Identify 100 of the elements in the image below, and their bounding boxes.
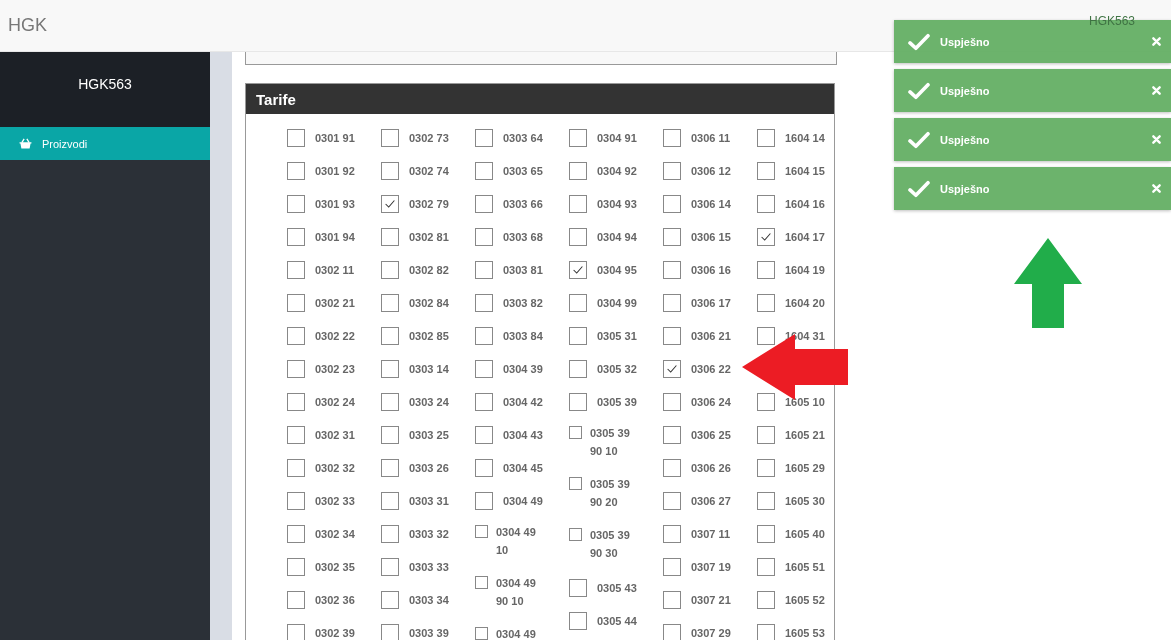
checkbox[interactable] <box>381 458 399 477</box>
checkbox[interactable] <box>475 359 493 378</box>
checkbox[interactable] <box>475 627 488 640</box>
checkbox[interactable] <box>757 260 775 279</box>
checkbox[interactable] <box>569 128 587 147</box>
checkbox[interactable] <box>475 576 488 589</box>
checkbox[interactable] <box>475 425 493 444</box>
checkbox[interactable] <box>663 524 681 543</box>
checkbox[interactable] <box>287 425 305 444</box>
checkbox[interactable] <box>381 623 399 640</box>
checkbox[interactable] <box>569 326 587 345</box>
checkbox[interactable] <box>757 590 775 609</box>
checkbox[interactable] <box>663 392 681 411</box>
checkbox[interactable] <box>663 293 681 312</box>
checkbox[interactable] <box>381 425 399 444</box>
checkbox[interactable] <box>663 227 681 246</box>
close-icon[interactable] <box>1152 135 1161 144</box>
checkbox[interactable] <box>475 260 493 279</box>
checkbox[interactable] <box>757 524 775 543</box>
checkbox[interactable] <box>569 578 587 597</box>
checkbox[interactable] <box>287 326 305 345</box>
checkbox[interactable] <box>475 161 493 180</box>
checkbox[interactable] <box>663 128 681 147</box>
checkbox[interactable] <box>757 458 775 477</box>
checkbox[interactable] <box>381 524 399 543</box>
checkbox[interactable] <box>663 458 681 477</box>
checkbox[interactable] <box>475 293 493 312</box>
checkbox[interactable] <box>757 392 775 411</box>
sidebar-item[interactable]: Proizvodi <box>0 127 210 160</box>
checkbox[interactable] <box>569 392 587 411</box>
checkbox[interactable] <box>757 161 775 180</box>
checkbox[interactable] <box>475 491 493 510</box>
checkbox[interactable] <box>381 326 399 345</box>
checkbox[interactable] <box>381 491 399 510</box>
checkbox[interactable] <box>569 359 587 378</box>
checkbox[interactable] <box>757 491 775 510</box>
checkbox[interactable] <box>757 326 775 345</box>
brand-title[interactable]: HGK <box>8 15 47 36</box>
checkbox[interactable] <box>287 194 305 213</box>
checkbox[interactable] <box>663 161 681 180</box>
checkbox[interactable] <box>663 557 681 576</box>
checkbox[interactable] <box>287 458 305 477</box>
checkbox[interactable] <box>287 491 305 510</box>
checkbox[interactable] <box>663 425 681 444</box>
checkbox[interactable] <box>569 161 587 180</box>
checkbox[interactable] <box>569 227 587 246</box>
checkbox[interactable] <box>757 128 775 147</box>
checkbox[interactable] <box>381 260 399 279</box>
checkbox[interactable] <box>381 227 399 246</box>
close-icon[interactable] <box>1152 86 1161 95</box>
checkbox[interactable] <box>475 458 493 477</box>
checkbox[interactable] <box>381 128 399 147</box>
checkbox[interactable] <box>475 392 493 411</box>
checkbox[interactable] <box>381 392 399 411</box>
close-icon[interactable] <box>1152 184 1161 193</box>
checkbox[interactable] <box>287 260 305 279</box>
checkbox[interactable] <box>287 128 305 147</box>
checkbox[interactable] <box>287 557 305 576</box>
checkbox[interactable] <box>757 557 775 576</box>
checkbox[interactable] <box>569 528 582 541</box>
checkbox[interactable] <box>663 260 681 279</box>
checkbox[interactable] <box>757 227 775 246</box>
checkbox[interactable] <box>287 623 305 640</box>
checkbox[interactable] <box>475 525 488 538</box>
tariff-code: 0303 33 <box>409 560 449 573</box>
checkbox[interactable] <box>663 590 681 609</box>
checkbox[interactable] <box>475 128 493 147</box>
checkbox[interactable] <box>757 425 775 444</box>
checkbox[interactable] <box>287 161 305 180</box>
checkbox[interactable] <box>475 194 493 213</box>
close-icon[interactable] <box>1152 37 1161 46</box>
checkbox[interactable] <box>663 194 681 213</box>
checkbox[interactable] <box>569 611 587 630</box>
checkbox[interactable] <box>475 227 493 246</box>
checkbox[interactable] <box>569 477 582 490</box>
checkbox[interactable] <box>381 194 399 213</box>
checkbox[interactable] <box>381 590 399 609</box>
checkbox[interactable] <box>569 293 587 312</box>
checkbox[interactable] <box>381 293 399 312</box>
checkbox[interactable] <box>287 524 305 543</box>
checkbox[interactable] <box>287 293 305 312</box>
checkbox[interactable] <box>475 326 493 345</box>
checkbox[interactable] <box>381 161 399 180</box>
checkbox[interactable] <box>287 359 305 378</box>
checkbox[interactable] <box>569 426 582 439</box>
checkbox[interactable] <box>757 293 775 312</box>
checkbox[interactable] <box>663 326 681 345</box>
checkbox[interactable] <box>663 491 681 510</box>
checkbox[interactable] <box>663 623 681 640</box>
checkbox[interactable] <box>381 359 399 378</box>
checkbox[interactable] <box>757 623 775 640</box>
tariff-code: 0302 39 <box>315 626 355 639</box>
checkbox[interactable] <box>287 590 305 609</box>
checkbox[interactable] <box>287 392 305 411</box>
checkbox[interactable] <box>287 227 305 246</box>
checkbox[interactable] <box>663 359 681 378</box>
checkbox[interactable] <box>569 194 587 213</box>
checkbox[interactable] <box>757 194 775 213</box>
checkbox[interactable] <box>569 260 587 279</box>
checkbox[interactable] <box>381 557 399 576</box>
